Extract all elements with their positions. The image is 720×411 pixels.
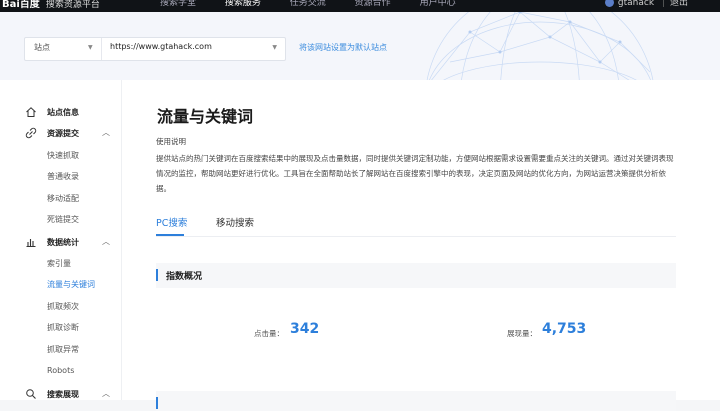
main-content: 流量与关键词 使用说明 提供站点的热门关键词在百度搜索结果中的展现及点击量数据，… [122,80,720,411]
sidebar-item-traffic-keywords[interactable]: 流量与关键词 [47,279,95,290]
sidebar-group-label: 资源提交 [47,129,79,138]
sidebar-item-fast-crawl[interactable]: 快速抓取 [47,150,79,161]
nav-item-user-center[interactable]: 用户中心 [420,0,456,8]
baidu-logo[interactable]: Bai百度 搜索资源平台 [2,0,100,10]
sidebar-group-resource-submit[interactable]: 资源提交 ︿ [0,125,121,143]
nav-item-services[interactable]: 搜索服务 [225,0,261,8]
chevron-up-icon[interactable]: ︿ [102,127,110,138]
sidebar-group-label: 搜索展现 [47,390,79,399]
divider [101,38,102,60]
sidebar-item-label: 站点信息 [47,108,79,117]
sidebar-group-label: 数据统计 [47,238,79,247]
tab-mobile-search[interactable]: 移动搜索 [216,215,254,229]
clicks-label: 点击量： [254,329,284,338]
chevron-up-icon[interactable]: ︿ [102,388,110,399]
sidebar: 站点信息 资源提交 ︿ 快速抓取 普通收录 移动适配 死链提交 数据统计 ︿ 索… [0,80,122,400]
avatar[interactable] [604,0,614,7]
sidebar-item-crawl-frequency[interactable]: 抓取频次 [47,301,79,312]
usage-description: 提供站点的热门关键词在百度搜索结果中的展现及点击量数据，同时提供关键词定制功能，… [156,154,674,193]
globe-decoration [426,12,654,80]
site-selector[interactable]: 站点 ▼ https://www.gtahack.com ▼ [24,37,286,61]
section-accent-bar [156,269,158,281]
nav-item-academy[interactable]: 搜索学堂 [160,0,196,8]
device-tabs: PC搜索 移动搜索 [156,212,676,237]
tab-pc-search[interactable]: PC搜索 [156,215,187,229]
chevron-down-icon[interactable]: ▼ [272,44,277,51]
impressions-value: 4,753 [542,321,587,337]
active-tab-indicator [156,234,184,236]
platform-name: 搜索资源平台 [45,0,100,10]
clicks-value: 342 [290,321,320,337]
link-icon [25,127,37,139]
logout-link[interactable]: 退出 [670,0,688,8]
site-selector-bar: 站点 ▼ https://www.gtahack.com ▼ 将该网站设置为默认… [0,12,720,80]
top-nav: 搜索学堂 搜索服务 任务交流 资源合作 用户中心 [160,0,482,8]
sidebar-item-index-volume[interactable]: 索引量 [47,258,71,269]
nav-item-exchange[interactable]: 任务交流 [290,0,326,8]
user-menu[interactable]: gtahack | 退出 [604,0,688,8]
chevron-down-icon[interactable]: ▼ [88,44,93,51]
sidebar-item-crawl-errors[interactable]: 抓取异常 [47,344,79,355]
bar-chart-icon [26,239,36,248]
sidebar-group-search-display[interactable]: 搜索展现 ︿ [0,386,121,404]
sidebar-item-dead-link[interactable]: 死链提交 [47,214,79,225]
set-default-site-link[interactable]: 将该网站设置为默认站点 [299,42,387,53]
sidebar-item-normal-index[interactable]: 普通收录 [47,171,79,182]
section-accent-bar [156,397,158,409]
usage-label: 使用说明 [156,137,186,146]
site-type-label[interactable]: 站点 [34,42,50,53]
section-title: 指数概况 [166,272,203,282]
sidebar-item-mobile-adapt[interactable]: 移动适配 [47,193,79,204]
search-icon [26,389,36,399]
username[interactable]: gtahack [618,0,654,8]
chevron-up-icon[interactable]: ︿ [102,236,110,247]
top-navbar: Bai百度 搜索资源平台 搜索学堂 搜索服务 任务交流 资源合作 用户中心 gta… [0,0,720,12]
sidebar-group-data-stats[interactable]: 数据统计 ︿ [0,234,121,252]
site-url-select[interactable]: https://www.gtahack.com [110,42,212,51]
sidebar-item-crawl-diagnosis[interactable]: 抓取诊断 [47,322,79,333]
impressions-label: 展现量： [507,329,537,338]
page-title: 流量与关键词 [157,107,254,126]
nav-item-cooperation[interactable]: 资源合作 [355,0,391,8]
overview-section-header: 指数概况 [156,263,676,288]
sidebar-item-site-info[interactable]: 站点信息 [0,104,121,122]
next-section-header [156,391,676,411]
home-icon [26,107,36,117]
sidebar-item-robots[interactable]: Robots [47,366,74,375]
